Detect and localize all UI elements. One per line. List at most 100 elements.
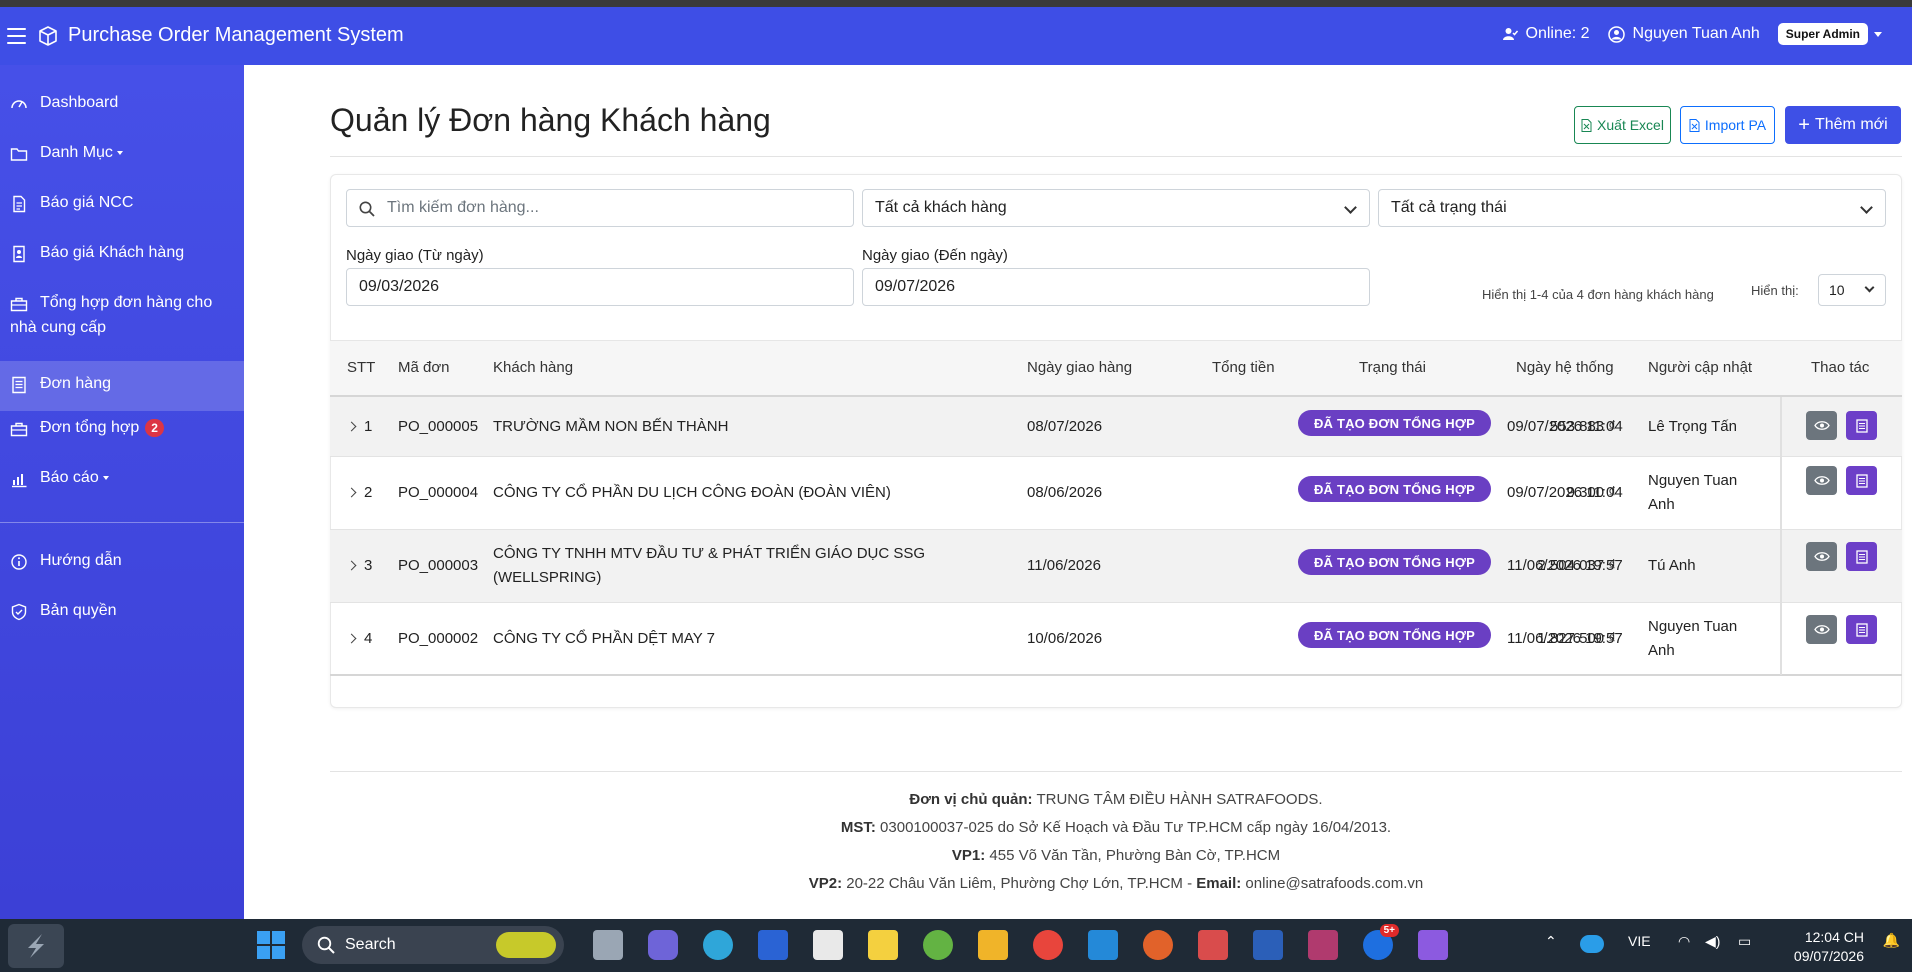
snipping-tool-icon[interactable] <box>1198 930 1228 960</box>
cell-stt: 4 <box>364 630 373 647</box>
battery-icon[interactable]: ▭ <box>1738 933 1751 950</box>
taskbar-search[interactable]: Search <box>302 926 564 964</box>
azure-icon[interactable] <box>758 930 788 960</box>
table-row[interactable]: 4 PO_000002 CÔNG TY CỔ PHẦN DỆT MAY 7 10… <box>330 603 1902 676</box>
status-select[interactable]: Tất cả trạng thái <box>1378 189 1886 227</box>
menu-toggle-icon[interactable] <box>7 28 26 44</box>
document-list-icon <box>1855 622 1868 637</box>
eye-icon <box>1813 625 1830 634</box>
chevron-right-icon[interactable] <box>346 633 357 644</box>
sidebar-item-bao-gia-ncc[interactable]: Báo giá NCC <box>0 194 244 224</box>
edge-icon[interactable] <box>703 930 733 960</box>
footer-tax-text: 0300100037-025 do Sở Kế Hoạch và Đầu Tư … <box>875 819 1392 836</box>
status-badge: ĐÃ TẠO ĐƠN TỔNG HỢP <box>1298 410 1491 436</box>
cell-customer: CÔNG TY CỔ PHẦN DU LỊCH CÔNG ĐOÀN (ĐOÀN … <box>493 484 891 501</box>
customer-select[interactable]: Tất cả khách hàng <box>862 189 1370 227</box>
zalo-icon[interactable]: 5+ <box>1363 924 1399 960</box>
onedrive-icon[interactable] <box>1580 935 1604 953</box>
chevron-up-icon[interactable]: ⌃ <box>1545 933 1557 950</box>
to-date-input[interactable]: 09/07/2026 <box>862 268 1370 306</box>
cell-updater-line2: Anh <box>1648 642 1675 659</box>
from-date-label: Ngày giao (Từ ngày) <box>346 247 484 264</box>
cell-date: 10/06/2026 <box>1027 630 1103 647</box>
windows-start-icon[interactable] <box>256 930 286 960</box>
search-icon <box>359 201 375 217</box>
sidebar-item-danh-muc[interactable]: Danh Mục <box>0 144 244 174</box>
view-button[interactable] <box>1806 466 1837 495</box>
info-icon <box>11 554 27 570</box>
from-date-input[interactable]: 09/03/2026 <box>346 268 854 306</box>
vscode-icon[interactable] <box>1088 930 1118 960</box>
pdf-icon[interactable] <box>1308 930 1338 960</box>
chevron-right-icon[interactable] <box>346 421 357 432</box>
add-new-button[interactable]: + Thêm mới <box>1785 106 1901 144</box>
col-tong-tien: Tổng tiền <box>1212 359 1275 376</box>
word-icon[interactable] <box>1253 930 1283 960</box>
col-khach-hang: Khách hàng <box>493 359 574 376</box>
sidebar-item-don-tong-hop[interactable]: Đơn tổng hợp 2 <box>0 419 244 449</box>
user-menu[interactable]: Nguyen Tuan Anh <box>1607 25 1760 43</box>
to-date-value: 09/07/2026 <box>875 278 956 295</box>
cell-code: PO_000005 <box>398 418 479 435</box>
sidebar-item-huong-dan[interactable]: Hướng dẫn <box>0 552 244 582</box>
sidebar-divider <box>0 522 244 523</box>
wifi-icon[interactable]: ◠ <box>1678 933 1690 950</box>
role-badge[interactable]: Super Admin <box>1777 23 1868 45</box>
don-tong-hop-label: Đơn tổng hợp <box>40 419 140 436</box>
sidebar-item-don-hang[interactable]: Đơn hàng <box>0 361 244 411</box>
sidebar-item-dashboard[interactable]: Dashboard <box>0 94 244 124</box>
view-button[interactable] <box>1806 411 1837 440</box>
file-excel-icon <box>1581 118 1592 132</box>
cell-updater: Nguyen Tuan <box>1648 472 1738 489</box>
chevron-right-icon[interactable] <box>346 487 357 498</box>
table-row[interactable]: 1 PO_000005 TRƯỜNG MẦM NON BẾN THÀNH 08/… <box>330 397 1902 457</box>
list-doc-icon <box>12 376 26 394</box>
widgets-icon[interactable] <box>8 924 64 968</box>
sidebar-item-tong-hop-line2[interactable]: nhà cung cấp <box>0 319 244 341</box>
sidebar-item-label: Dashboard <box>40 94 119 111</box>
export-excel-button[interactable]: Xuất Excel <box>1574 106 1671 144</box>
detail-button[interactable] <box>1846 466 1877 495</box>
danh-muc-label: Danh Mục <box>40 144 113 161</box>
page-size-select[interactable]: 10 <box>1818 274 1886 306</box>
view-button[interactable] <box>1806 615 1837 644</box>
sidebar-item-bao-cao[interactable]: Báo cáo <box>0 469 244 499</box>
volume-icon[interactable]: ◀) <box>1705 933 1720 950</box>
chevron-right-icon[interactable] <box>346 560 357 571</box>
store-icon[interactable] <box>813 930 843 960</box>
view-button[interactable] <box>1806 542 1837 571</box>
detail-button[interactable] <box>1846 411 1877 440</box>
app-brand[interactable]: Purchase Order Management System <box>38 24 404 47</box>
file-text-icon <box>13 195 26 213</box>
user-dropdown-caret-icon[interactable] <box>1874 31 1882 37</box>
document-list-icon <box>1855 473 1868 488</box>
table-row[interactable]: 3 PO_000003 CÔNG TY TNHH MTV ĐẦU TƯ & PH… <box>330 530 1902 603</box>
chrome-icon[interactable] <box>1033 930 1063 960</box>
teams-icon[interactable] <box>648 930 678 960</box>
task-view-icon[interactable] <box>593 930 623 960</box>
search-placeholder: Tìm kiếm đơn hàng... <box>387 199 539 216</box>
cell-stt: 3 <box>364 557 373 574</box>
sticky-notes-icon[interactable] <box>868 930 898 960</box>
sidebar-item-ban-quyen[interactable]: Bản quyền <box>0 602 244 632</box>
page-size-value: 10 <box>1829 282 1845 298</box>
taskbar-clock[interactable]: 12:04 CH 09/07/2026 <box>1794 928 1864 966</box>
app-green-icon[interactable] <box>923 930 953 960</box>
app-purple-icon[interactable] <box>1418 930 1448 960</box>
app-spark-icon[interactable] <box>1143 930 1173 960</box>
status-badge: ĐÃ TẠO ĐƠN TỔNG HỢP <box>1298 622 1491 648</box>
language-indicator[interactable]: VIE <box>1628 933 1651 949</box>
shield-icon <box>11 603 27 621</box>
notification-bell-icon[interactable]: 🔔 <box>1883 932 1900 949</box>
detail-button[interactable] <box>1846 542 1877 571</box>
page-size-label: Hiển thị: <box>1751 283 1799 298</box>
status-badge: ĐÃ TẠO ĐƠN TỔNG HỢP <box>1298 476 1491 502</box>
search-highlight-icon <box>496 932 556 958</box>
import-pa-button[interactable]: Import PA <box>1680 106 1775 144</box>
detail-button[interactable] <box>1846 615 1877 644</box>
file-explorer-icon[interactable] <box>978 930 1008 960</box>
search-input[interactable]: Tìm kiếm đơn hàng... <box>346 189 854 227</box>
sidebar-item-bao-gia-khach-hang[interactable]: Báo giá Khách hàng <box>0 244 244 274</box>
col-stt: STT <box>347 359 376 376</box>
table-row[interactable]: 2 PO_000004 CÔNG TY CỔ PHẦN DU LỊCH CÔNG… <box>330 457 1902 530</box>
